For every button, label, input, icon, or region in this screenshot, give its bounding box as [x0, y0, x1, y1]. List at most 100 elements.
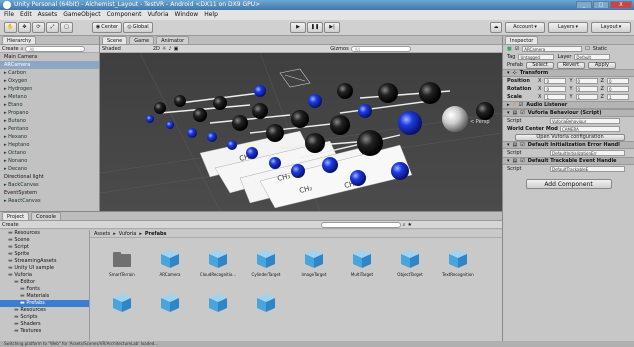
folder-item[interactable]: ▬ Textures: [0, 328, 89, 335]
transform-y-field[interactable]: 0: [575, 86, 598, 92]
scene-search-input[interactable]: All: [350, 45, 411, 52]
hierarchy-item[interactable]: ▸ Hexano: [0, 133, 99, 141]
hierarchy-item[interactable]: EventSystem: [0, 189, 99, 197]
persp-label[interactable]: < Persp: [470, 119, 490, 125]
pivot-toggle[interactable]: ◉ Center: [92, 22, 122, 33]
add-component-button[interactable]: Add Component: [525, 179, 612, 189]
hand-tool-button[interactable]: ✋: [4, 22, 17, 33]
folder-item[interactable]: ▬ Editor: [0, 279, 89, 286]
step-button[interactable]: ▶|: [324, 22, 340, 33]
default-trackable-checkbox[interactable]: ☑: [520, 158, 524, 164]
menu-vuforia[interactable]: Vuforia: [147, 10, 168, 20]
hierarchy-item[interactable]: ▸ Oxygen: [0, 77, 99, 85]
create-dropdown[interactable]: Create: [2, 46, 19, 52]
transform-z-field[interactable]: 1: [606, 94, 629, 100]
play-button[interactable]: ▶: [290, 22, 306, 33]
move-tool-button[interactable]: ✥: [18, 22, 31, 33]
prefab-select-button[interactable]: Select: [525, 61, 554, 69]
hierarchy-item[interactable]: ▸ Carbon: [0, 69, 99, 77]
default-trackable-script-field[interactable]: DefaultTrackableE: [550, 166, 625, 172]
static-checkbox[interactable]: ☐: [585, 46, 589, 52]
layers-dropdown[interactable]: Layers ▾: [548, 22, 588, 33]
shading-dropdown[interactable]: Shaded: [102, 46, 121, 52]
tab-inspector[interactable]: Inspector: [505, 36, 539, 44]
asset-item[interactable]: [98, 292, 146, 332]
folder-item[interactable]: ▬ Materials: [0, 293, 89, 300]
hierarchy-item[interactable]: ▸ Pentano: [0, 125, 99, 133]
menu-gameobject[interactable]: GameObject: [63, 10, 100, 20]
transform-x-field[interactable]: 1: [544, 94, 567, 100]
hierarchy-item[interactable]: ARCamera: [0, 61, 99, 69]
transform-y-field[interactable]: 1: [575, 94, 598, 100]
menu-window[interactable]: Window: [175, 10, 199, 20]
default-init-script-field[interactable]: DefaultInitializationErr: [550, 150, 625, 156]
space-toggle[interactable]: ◎ Global: [123, 22, 153, 33]
audio-icon[interactable]: ♪: [168, 46, 171, 52]
scale-tool-button[interactable]: ⤢: [46, 22, 59, 33]
folder-item[interactable]: ▬ Vuforia: [0, 272, 89, 279]
close-button[interactable]: X: [610, 1, 632, 9]
hierarchy-item[interactable]: ▸ Metano: [0, 93, 99, 101]
tab-game[interactable]: Game: [129, 36, 155, 44]
effects-icon[interactable]: ▣: [174, 46, 179, 52]
layout-dropdown[interactable]: Layout ▾: [591, 22, 631, 33]
hierarchy-item[interactable]: ▸ Propano: [0, 109, 99, 117]
star-icon[interactable]: ★: [407, 222, 411, 228]
breadcrumb-prefabs[interactable]: Prefabs: [145, 231, 167, 237]
breadcrumb-assets[interactable]: Assets: [94, 231, 110, 237]
asset-item[interactable]: TextRecognition: [434, 248, 482, 288]
hierarchy-search-input[interactable]: All: [25, 45, 86, 52]
scene-viewport[interactable]: CH₄ CH₃ CH₂ CH₂ < Persp: [100, 53, 502, 211]
default-init-checkbox[interactable]: ☑: [520, 142, 524, 148]
folder-item[interactable]: ▬ Script: [0, 244, 89, 251]
project-create-dropdown[interactable]: Create: [2, 222, 19, 228]
tab-console[interactable]: Console: [31, 212, 61, 220]
tab-scene[interactable]: Scene: [102, 36, 128, 44]
folder-item[interactable]: ▬ Fonts: [0, 286, 89, 293]
active-checkbox[interactable]: ☑: [515, 46, 519, 52]
menu-assets[interactable]: Assets: [38, 10, 58, 20]
tag-dropdown[interactable]: Untagged: [518, 54, 555, 60]
hierarchy-item[interactable]: Directional light: [0, 173, 99, 181]
light-icon[interactable]: ☼: [162, 46, 166, 52]
tab-animator[interactable]: Animator: [156, 36, 190, 44]
asset-item[interactable]: SmartTerrain: [98, 248, 146, 288]
transform-x-field[interactable]: 0: [544, 86, 567, 92]
folder-item[interactable]: ▬ Sprite: [0, 251, 89, 258]
hierarchy-item[interactable]: ▸ Etano: [0, 101, 99, 109]
folder-item[interactable]: ▬ Unity UI sample: [0, 265, 89, 272]
tab-project[interactable]: Project: [2, 212, 30, 220]
hierarchy-item[interactable]: ▸ ReactCanvas: [0, 197, 99, 205]
prefab-revert-button[interactable]: Revert: [556, 61, 585, 69]
audio-listener-header[interactable]: ▸ ♪ ☑ Audio Listener: [503, 101, 634, 109]
cloud-button[interactable]: ☁: [490, 22, 502, 33]
menu-help[interactable]: Help: [204, 10, 218, 20]
hierarchy-item[interactable]: ▸ BackCanvas: [0, 181, 99, 189]
folder-item[interactable]: ▬ Scene: [0, 237, 89, 244]
transform-y-field[interactable]: 0: [575, 78, 598, 84]
breadcrumb-vuforia[interactable]: Vuforia: [119, 231, 137, 237]
folder-item[interactable]: ▬ Shaders: [0, 321, 89, 328]
asset-item[interactable]: CloudRecognitio...: [194, 248, 242, 288]
rect-tool-button[interactable]: ▢: [60, 22, 73, 33]
asset-item[interactable]: ObjectTarget: [386, 248, 434, 288]
hierarchy-item[interactable]: ▸ Heptano: [0, 141, 99, 149]
world-center-dropdown[interactable]: CAMERA: [560, 126, 620, 132]
menu-edit[interactable]: Edit: [20, 10, 32, 20]
mode-2d-toggle[interactable]: 2D: [153, 46, 160, 52]
open-vuforia-config-button[interactable]: Open Vuforia configuration: [515, 133, 625, 141]
minimize-button[interactable]: _: [576, 1, 592, 9]
hierarchy-item[interactable]: ▸ Hydrogen: [0, 85, 99, 93]
menu-file[interactable]: File: [4, 10, 14, 20]
vuforia-behaviour-checkbox[interactable]: ☑: [520, 110, 524, 116]
transform-z-field[interactable]: 0: [606, 86, 629, 92]
pause-button[interactable]: ❚❚: [307, 22, 323, 33]
folder-item[interactable]: ▬ StreamingAssets: [0, 258, 89, 265]
asset-item[interactable]: CylinderTarget: [242, 248, 290, 288]
folder-item[interactable]: ▬ Scripts: [0, 314, 89, 321]
maximize-button[interactable]: □: [593, 1, 609, 9]
vuforia-behaviour-header[interactable]: ▾ ▤ ☑ Vuforia Behaviour (Script): [503, 109, 634, 117]
hierarchy-item[interactable]: ▸ Butano: [0, 117, 99, 125]
asset-item[interactable]: ImageTarget: [290, 248, 338, 288]
transform-component-header[interactable]: ▾ ⊹ Transform: [503, 69, 634, 77]
